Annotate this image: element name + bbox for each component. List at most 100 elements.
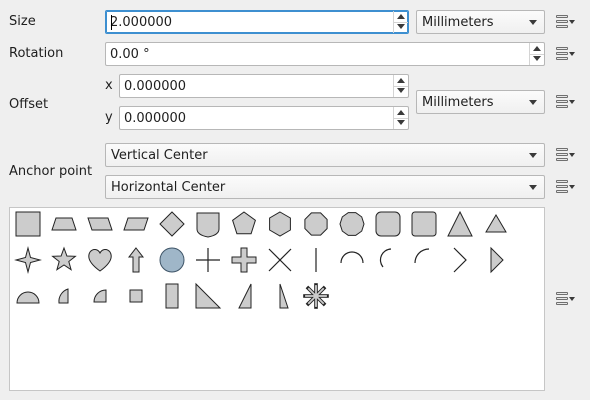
shape-hexagon[interactable] — [265, 209, 295, 239]
size-input[interactable]: 2.000000 — [105, 10, 409, 34]
shape-quarter-arc[interactable] — [409, 245, 439, 275]
vertical-anchor-data-defined-button[interactable] — [554, 144, 576, 166]
symbol-shape-list[interactable] — [9, 207, 545, 391]
data-defined-override-icon — [556, 47, 575, 60]
shape-rectangle[interactable] — [157, 281, 187, 311]
offset-x-label: x — [105, 78, 113, 93]
four-point-star-icon — [14, 246, 42, 274]
shape-quarter-circle[interactable] — [85, 281, 115, 311]
horizontal-anchor-value: Horizontal Center — [111, 180, 226, 195]
shape-arrow[interactable] — [121, 245, 151, 275]
shape-decagon[interactable] — [337, 209, 367, 239]
text-cursor — [111, 15, 112, 30]
triangle-small-icon — [485, 214, 507, 233]
rotation-spinner[interactable] — [529, 43, 544, 65]
star-icon — [51, 246, 77, 271]
right-triangle-icon — [279, 283, 289, 309]
size-unit-value: Millimeters — [422, 15, 494, 30]
cross-icon — [196, 248, 220, 272]
rotation-label: Rotation — [9, 46, 64, 61]
offset-y-input[interactable]: 0.000000 — [119, 106, 409, 130]
shape-four-point-star[interactable] — [13, 245, 43, 275]
offset-y-decrement-button[interactable] — [394, 118, 408, 129]
shape-octagon[interactable] — [301, 209, 331, 239]
shape-heart[interactable] — [85, 245, 115, 275]
offset-x-decrement-button[interactable] — [394, 86, 408, 97]
chevron-down-icon — [529, 185, 537, 190]
shape-half-circle[interactable] — [13, 281, 43, 311]
offset-y-value: 0.000000 — [124, 111, 187, 126]
shape-cross[interactable] — [193, 245, 223, 275]
size-data-defined-button[interactable] — [554, 11, 576, 33]
line-icon — [315, 248, 317, 272]
size-unit-select[interactable]: Millimeters — [416, 10, 545, 34]
offset-unit-select[interactable]: Millimeters — [416, 90, 545, 114]
offset-y-spinner[interactable] — [393, 107, 408, 129]
hexagon-icon — [269, 211, 291, 237]
horizontal-anchor-data-defined-button[interactable] — [554, 176, 576, 198]
shape-right-half-triangle[interactable] — [193, 281, 223, 311]
right-half-triangle-icon — [195, 282, 222, 309]
shape-circle[interactable] — [157, 245, 187, 275]
shape-small-square[interactable] — [121, 281, 151, 311]
shape-trapezoid[interactable] — [49, 209, 79, 239]
shape-left-half-triangle[interactable] — [229, 281, 259, 311]
quarter-circle-icon — [93, 289, 107, 303]
shape-arrowhead[interactable] — [445, 245, 475, 275]
vertical-anchor-select[interactable]: Vertical Center — [105, 143, 545, 167]
offset-unit-value: Millimeters — [422, 95, 494, 110]
shape-rounded-square[interactable] — [373, 209, 403, 239]
data-defined-override-icon — [556, 148, 575, 161]
size-decrement-button[interactable] — [394, 22, 408, 33]
x-icon — [268, 248, 292, 272]
asterisk-icon — [303, 283, 329, 309]
shape-third-circle[interactable] — [49, 281, 79, 311]
chevron-down-icon — [529, 100, 537, 105]
shape-star[interactable] — [49, 245, 79, 275]
shape-pentagon[interactable] — [229, 209, 259, 239]
horizontal-anchor-select[interactable]: Horizontal Center — [105, 175, 545, 199]
shape-cross-fill[interactable] — [229, 245, 259, 275]
offset-data-defined-button[interactable] — [554, 91, 576, 113]
shape-asterisk[interactable] — [301, 281, 331, 311]
shape-third-arc[interactable] — [373, 245, 403, 275]
shape-line[interactable] — [301, 245, 331, 275]
shape-parallelogram-right[interactable] — [121, 209, 151, 239]
parallelogram-left-icon — [87, 217, 113, 231]
rectangle-icon — [165, 283, 179, 309]
shape-rounded-square-large[interactable] — [409, 209, 439, 239]
diamond-icon — [159, 211, 185, 237]
shape-x[interactable] — [265, 245, 295, 275]
offset-x-spinner[interactable] — [393, 75, 408, 97]
shape-shield[interactable] — [193, 209, 223, 239]
anchor-point-label: Anchor point — [9, 164, 93, 179]
shape-triangle-small[interactable] — [481, 209, 511, 239]
small-square-icon — [129, 289, 143, 303]
data-defined-override-icon — [556, 180, 575, 193]
rotation-data-defined-button[interactable] — [554, 43, 576, 65]
decagon-icon — [339, 212, 365, 236]
shape-square[interactable] — [13, 209, 43, 239]
size-value: 2.000000 — [110, 15, 173, 30]
shape-filled-arrowhead[interactable] — [481, 245, 511, 275]
pentagon-icon — [232, 211, 256, 235]
rotation-decrement-button[interactable] — [530, 54, 544, 65]
left-half-triangle-icon — [238, 283, 252, 309]
octagon-icon — [304, 212, 328, 236]
shape-diamond[interactable] — [157, 209, 187, 239]
shape-right-triangle[interactable] — [265, 281, 295, 311]
offset-label: Offset — [9, 97, 49, 112]
shape-data-defined-button[interactable] — [554, 288, 576, 310]
shape-parallelogram-left[interactable] — [85, 209, 115, 239]
third-circle-icon — [58, 288, 69, 304]
offset-x-input[interactable]: 0.000000 — [119, 74, 409, 98]
arrowhead-icon — [453, 247, 467, 273]
quarter-arc-icon — [414, 248, 430, 264]
size-spinner[interactable] — [393, 11, 408, 33]
half-circle-icon — [16, 291, 40, 304]
rotation-input[interactable]: 0.00 ° — [105, 42, 545, 66]
shield-icon — [196, 212, 220, 238]
data-defined-override-icon — [556, 292, 575, 305]
shape-semicircle-arc[interactable] — [337, 245, 367, 275]
shape-triangle[interactable] — [445, 209, 475, 239]
